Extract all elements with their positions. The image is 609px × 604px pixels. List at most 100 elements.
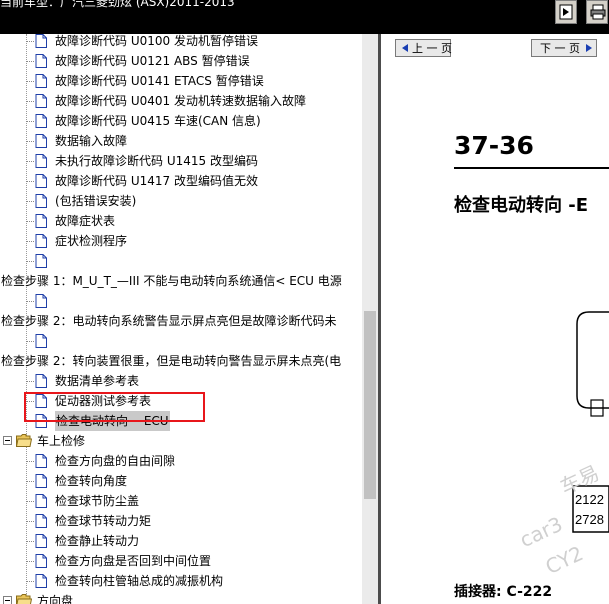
tree-item-label: 故障诊断代码 U0141 ETACS 暂停错误 [55,74,264,88]
document-icon [35,534,47,548]
tree-item-label: 检查球节转动力矩 [55,514,152,528]
tree-connector-line [26,261,34,262]
tree-item-document[interactable]: 故障诊断代码 U0121 ABS 暂停错误 [0,51,362,71]
tree-item-document[interactable]: 检查球节转动力矩 [0,511,362,531]
tree-folder-label: 方向盘 [37,594,74,604]
tree-item-document[interactable]: 检查方向盘的自由间隙 [0,451,362,471]
tree-item-document[interactable]: 症状检测程序 [0,231,362,251]
document-icon [35,94,47,108]
document-icon [35,174,47,188]
pin-label: 28 [589,512,604,527]
tree-connector-line [26,41,34,42]
tree-item-label: 检查步骤 2：转向装置很重，但是电动转向警告显示屏未点亮(电 [1,354,342,368]
tree-item-document[interactable]: 检查转向柱管轴总成的减振机构 [0,571,362,591]
document-icon [35,114,47,128]
tree-item-document[interactable]: 故障症状表 [0,211,362,231]
document-icon [35,134,47,148]
tree-connector-line [26,521,34,522]
tree-connector-line [26,121,34,122]
tree-item-label: 检查转向角度 [55,474,128,488]
document-icon [35,54,47,68]
connector-label: 插接器: C-222 [454,584,553,600]
prev-page-label: 上 一 页 [412,42,452,55]
tree-connector-line [26,561,34,562]
sidebar-toggle-button[interactable] [555,0,577,24]
printer-icon [590,4,606,20]
page-rule [454,167,609,169]
tree-item-label: 故障诊断代码 U0401 发动机转速数据输入故障 [55,94,306,108]
tree-scrollbar[interactable] [362,34,378,604]
tree-item-label: 症状检测程序 [55,234,128,248]
tree-connector-line [26,181,34,182]
tree-item-text[interactable]: 检查步骤 2：电动转向系统警告显示屏点亮但是故障诊断代码未 [0,311,362,331]
tree-connector-line [26,481,34,482]
document-icon [35,334,47,348]
tree-item-folder[interactable]: 车上检修 [0,431,362,451]
document-icon [35,234,47,248]
tree-item-label: 检查方向盘的自由间隙 [55,454,176,468]
document-icon [35,374,47,388]
document-icon [35,454,47,468]
sidebar-toggle-icon [559,4,573,20]
tree-item-document[interactable] [0,251,362,271]
tree-connector-line [26,341,34,342]
tree-item-document[interactable]: 检查球节防尘盖 [0,491,362,511]
tree-item-document[interactable]: (包括错误安装) [0,191,362,211]
folder-open-icon [16,594,32,604]
document-icon [35,74,47,88]
tree-item-text[interactable]: 检查步骤 1：M_U_T_—III 不能与电动转向系统通信< ECU 电源 [0,271,362,291]
tree-connector-line [26,141,34,142]
tree-item-label: 检查方向盘是否回到中间位置 [55,554,212,568]
document-icon [35,574,47,588]
tree-item-document[interactable]: 数据输入故障 [0,131,362,151]
tree-item-document[interactable]: 数据清单参考表 [0,371,362,391]
tree-item-document[interactable]: 未执行故障诊断代码 U1415 改型编码 [0,151,362,171]
tree-connector-line [26,581,34,582]
tree-item-label: 检查步骤 2：电动转向系统警告显示屏点亮但是故障诊断代码未 [1,314,337,328]
tree-item-document[interactable]: 故障诊断代码 U0100 发动机暂停错误 [0,34,362,51]
tree-item-label: 检查步骤 1：M_U_T_—III 不能与电动转向系统通信< ECU 电源 [1,274,342,288]
collapse-minus-icon[interactable] [3,436,12,445]
tree-item-document[interactable]: 故障诊断代码 U0415 车速(CAN 信息) [0,111,362,131]
tree-connector-line [26,61,34,62]
scrollbar-thumb[interactable] [364,311,376,499]
watermark-text: CY2 [541,540,587,580]
selection-highlight-box [24,392,205,422]
tree-connector-line [26,541,34,542]
collapse-minus-icon[interactable] [3,596,12,604]
next-page-button[interactable]: 下 一 页 [531,39,597,57]
tree-item-document[interactable] [0,291,362,311]
tree-folder-label: 车上检修 [37,434,86,448]
tree-item-text[interactable]: 检查步骤 2：转向装置很重，但是电动转向警告显示屏未点亮(电 [0,351,362,371]
tree-item-document[interactable]: 检查转向角度 [0,471,362,491]
tree-item-document[interactable]: 故障诊断代码 U1417 改型编码值无效 [0,171,362,191]
tree-item-label: 数据输入故障 [55,134,128,148]
tree-item-document[interactable] [0,331,362,351]
document-icon [35,34,47,48]
tree-item-label: 检查球节防尘盖 [55,494,140,508]
page-heading: 检查电动转向 -E [454,195,589,216]
tree-item-document[interactable]: 故障诊断代码 U0401 发动机转速数据输入故障 [0,91,362,111]
watermark-text: car3 [515,511,567,553]
arrow-right-icon [586,44,592,52]
print-button[interactable] [586,0,608,24]
tree-item-label: (包括错误安装) [55,194,137,208]
tree-connector-line [26,461,34,462]
tree-item-document[interactable]: 检查静止转动力 [0,531,362,551]
tree-connector-line [26,81,34,82]
toc-tree: 故障诊断代码 U0100 发动机暂停错误 故障诊断代码 U0121 ABS 暂停错… [0,34,362,604]
document-icon [35,554,47,568]
tree-item-label: 检查静止转动力 [55,534,140,548]
document-icon [35,514,47,528]
prev-page-button[interactable]: 上 一 页 [395,39,452,57]
pin-label: 22 [589,492,604,507]
document-icon [35,194,47,208]
next-page-label: 下 一 页 [540,42,580,55]
tree-connector-line [26,381,34,382]
arrow-left-icon [402,44,408,52]
document-icon [35,474,47,488]
tree-item-document[interactable]: 检查方向盘是否回到中间位置 [0,551,362,571]
tree-connector-line [26,501,34,502]
tree-item-folder[interactable]: 方向盘 [0,591,362,604]
tree-item-document[interactable]: 故障诊断代码 U0141 ETACS 暂停错误 [0,71,362,91]
